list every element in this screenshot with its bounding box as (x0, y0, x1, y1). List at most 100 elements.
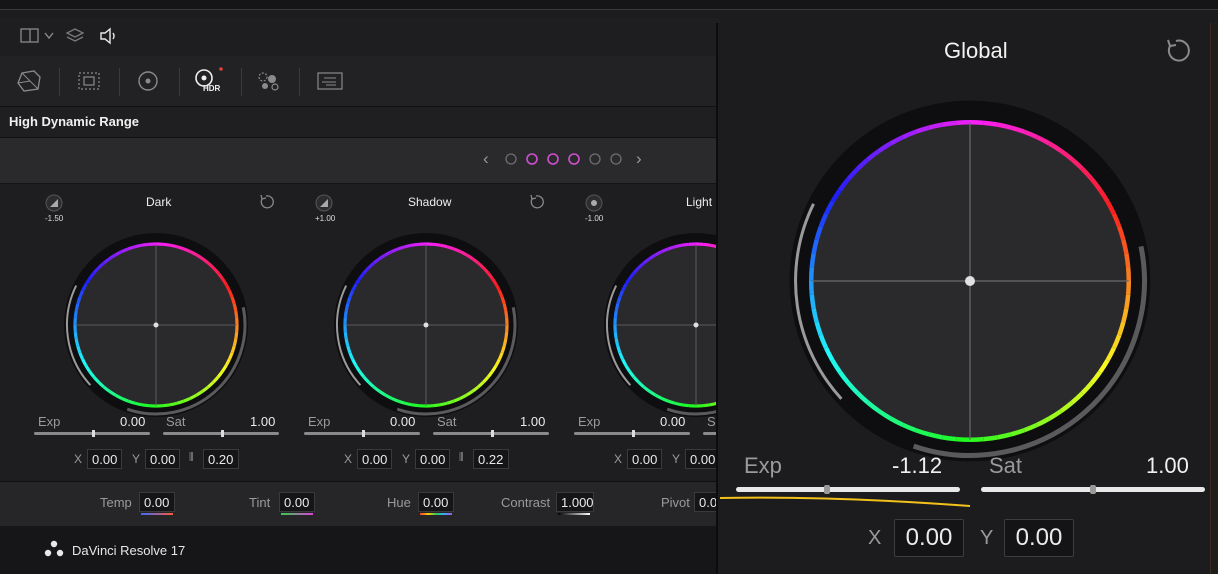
exp-label: Exp (38, 414, 61, 429)
x-label: X (344, 452, 353, 466)
contrast-field[interactable]: 1.000 (556, 492, 594, 512)
global-y-field[interactable]: 0.00 (1004, 519, 1074, 557)
wheel-pager: ‹ › (0, 138, 720, 184)
tint-field[interactable]: 0.00 (279, 492, 315, 512)
global-adjustments-bar: Temp 0.00 Tint 0.00 Hue 0.00 Contrast 1.… (0, 481, 724, 526)
temp-field[interactable]: 0.00 (139, 492, 175, 512)
pager-next-button[interactable]: › (636, 149, 642, 169)
hdr-badge-label: HDR (203, 84, 221, 93)
temp-label: Temp (100, 495, 132, 510)
wheel-params: Exp 0.00 Sat 1.00 Exp 0.00 Sat 1.00 Exp … (0, 412, 720, 480)
y-field[interactable]: 0.00 (685, 449, 720, 469)
pager-dot-5[interactable] (589, 153, 601, 165)
pager-dot-2[interactable] (526, 153, 538, 165)
top-strip (0, 0, 1218, 10)
global-sat-slider-knob[interactable] (1090, 485, 1096, 494)
global-y-label: Y (980, 527, 994, 549)
pager-dot-4[interactable] (568, 153, 580, 165)
y-label: Y (672, 452, 681, 466)
hue-label: Hue (387, 495, 411, 510)
sat-label: Sat (166, 414, 186, 429)
falloff-icon: ⫼ (459, 452, 464, 463)
pager-dots (505, 153, 622, 165)
hue-field[interactable]: 0.00 (418, 492, 454, 512)
sat-value[interactable]: 1.00 (520, 414, 545, 429)
exp-label: Exp (578, 414, 601, 429)
pager-dot-1[interactable] (505, 153, 517, 165)
x-field[interactable]: 0.00 (87, 449, 122, 469)
pager-dot-3[interactable] (547, 153, 559, 165)
pager-dot-6[interactable] (610, 153, 622, 165)
window-icon[interactable] (137, 70, 159, 92)
global-exp-value[interactable]: -1.12 (892, 453, 942, 479)
exp-label: Exp (308, 414, 331, 429)
color-wheel[interactable] (326, 225, 526, 425)
global-sat-label: Sat (989, 453, 1023, 478)
global-sat-slider[interactable] (981, 485, 1205, 494)
sat-slider[interactable] (433, 430, 549, 437)
falloff-field[interactable]: 0.20 (203, 449, 239, 469)
y-label: Y (132, 452, 141, 466)
app-name: DaVinci Resolve 17 (72, 543, 186, 558)
color-wheel[interactable] (596, 225, 720, 425)
wheel-title: Shadow (408, 195, 452, 209)
annotation-stroke (719, 496, 971, 507)
y-field[interactable]: 0.00 (145, 449, 180, 469)
contrast-gradient (558, 513, 590, 515)
hdr-wheels-area: -1.50 Dark +1.00 Shadow -1.00 Light Exp … (0, 184, 720, 480)
global-exp-label: Exp (744, 453, 782, 478)
temp-gradient (141, 513, 173, 515)
reset-icon[interactable] (1163, 37, 1191, 65)
sat-slider[interactable] (163, 430, 279, 437)
exp-value[interactable]: 0.00 (120, 414, 145, 429)
color-warper-icon[interactable] (16, 69, 44, 93)
x-field[interactable]: 0.00 (627, 449, 662, 469)
x-field[interactable]: 0.00 (357, 449, 392, 469)
layers-icon[interactable] (66, 27, 84, 45)
sat-label: Sat (437, 414, 457, 429)
viewer-bar (0, 18, 720, 57)
davinci-logo-icon (44, 540, 64, 557)
y-field[interactable]: 0.00 (415, 449, 450, 469)
edge-strip (1210, 23, 1218, 574)
zone-icon[interactable] (314, 193, 334, 213)
exp-slider[interactable] (304, 430, 420, 437)
falloff-icon: ⫼ (189, 452, 194, 463)
tracker-icon[interactable] (256, 70, 280, 92)
y-label: Y (402, 452, 411, 466)
speaker-icon[interactable] (99, 27, 119, 45)
pager-prev-button[interactable]: ‹ (483, 149, 489, 169)
exp-value[interactable]: 0.00 (390, 414, 415, 429)
global-x-label: X (868, 527, 882, 549)
chevron-down-icon[interactable] (44, 32, 54, 40)
tint-label: Tint (249, 495, 271, 510)
global-color-wheel[interactable] (774, 85, 1166, 477)
app-footer: DaVinci Resolve 17 (0, 526, 720, 574)
sat-value[interactable]: 1.00 (250, 414, 275, 429)
wheel-title: Light (686, 195, 713, 209)
panel-header: High Dynamic Range (0, 107, 720, 138)
color-wheel[interactable] (56, 225, 256, 425)
hdr-icon[interactable]: HDR (192, 67, 226, 97)
global-sat-value[interactable]: 1.00 (1146, 453, 1189, 479)
falloff-field[interactable]: 0.22 (473, 449, 509, 469)
qualifier-icon[interactable] (77, 71, 101, 91)
x-label: X (614, 452, 623, 466)
viewer-layout-icon[interactable] (20, 28, 40, 44)
exp-slider[interactable] (574, 430, 690, 437)
exp-slider[interactable] (34, 430, 150, 437)
exp-value[interactable]: 0.00 (660, 414, 685, 429)
hue-gradient (420, 513, 452, 515)
x-label: X (74, 452, 83, 466)
global-x-field[interactable]: 0.00 (894, 519, 964, 557)
tool-palette-bar: HDR (0, 56, 720, 107)
tint-gradient (281, 513, 313, 515)
node-key-icon[interactable] (317, 72, 343, 90)
panel-title: High Dynamic Range (9, 114, 140, 129)
pivot-label: Pivot (661, 495, 690, 510)
zone-icon[interactable] (44, 193, 64, 213)
contrast-label: Contrast (501, 495, 551, 510)
wheel-title: Dark (146, 195, 172, 209)
zone-icon[interactable] (584, 193, 604, 213)
global-title: Global (944, 38, 1008, 63)
